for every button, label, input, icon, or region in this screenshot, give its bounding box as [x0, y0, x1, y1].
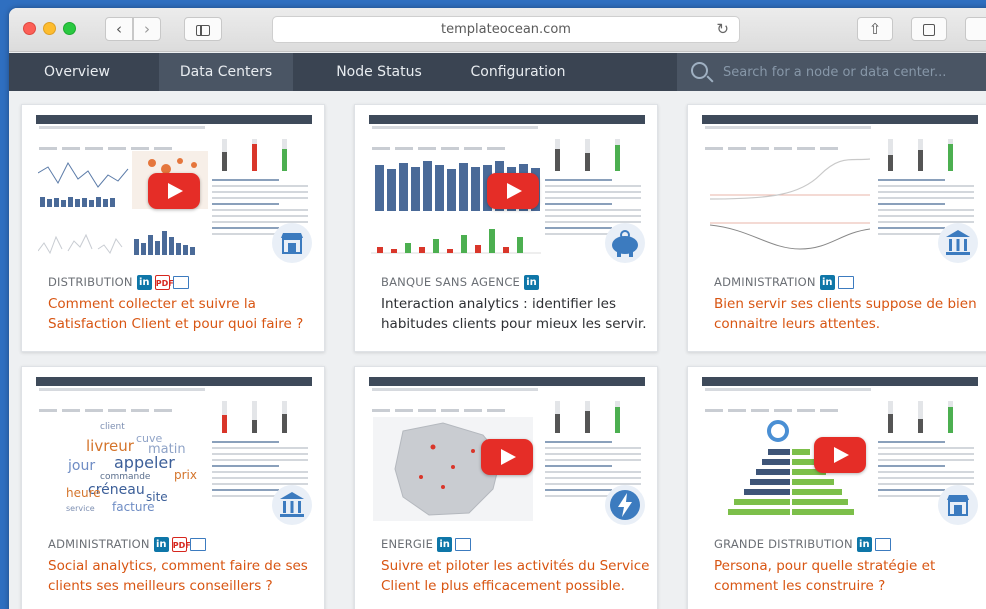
tab-overview[interactable]: Overview [9, 53, 145, 91]
card-energie-service-client[interactable]: ENERGIE in Suivre et piloter les activit… [354, 366, 658, 609]
back-button[interactable]: ‹ [105, 17, 133, 41]
card-title[interactable]: Comment collecter et suivre la Satisfacti… [48, 295, 318, 334]
reload-icon[interactable]: ↻ [716, 17, 729, 42]
video-play-button[interactable] [487, 173, 539, 209]
card-title[interactable]: Interaction analytics : identifier les ha… [381, 295, 651, 334]
tab-configuration[interactable]: Configuration [455, 53, 581, 91]
tab-overview-button[interactable] [911, 17, 947, 41]
category-label: GRANDE DISTRIBUTION [714, 537, 853, 551]
linkedin-icon[interactable]: in [524, 274, 540, 290]
dashboard-thumbnail [369, 115, 645, 267]
card-administration-social-analytics[interactable]: client cuve livreur matin appeler jour c… [21, 366, 325, 609]
presentation-icon[interactable] [455, 537, 472, 551]
pdf-icon[interactable]: PDF [154, 274, 174, 290]
presentation-icon[interactable] [172, 275, 189, 289]
cards-grid: DISTRIBUTION in PDF Comment collecter et… [9, 91, 986, 609]
tabs-icon [923, 24, 935, 36]
presentation-icon[interactable] [874, 537, 891, 551]
close-window-button[interactable] [23, 22, 36, 35]
minimize-window-button[interactable] [43, 22, 56, 35]
card-meta: BANQUE SANS AGENCE in [381, 273, 542, 291]
word-cloud: client cuve livreur matin appeler jour c… [66, 422, 197, 514]
card-administration-bien-servir[interactable]: ADMINISTRATION in Bien servir ses client… [687, 104, 986, 352]
linkedin-icon[interactable]: in [136, 274, 152, 290]
search-icon [691, 62, 708, 79]
category-label: ADMINISTRATION [48, 537, 150, 551]
government-building-icon [272, 485, 312, 525]
app-navbar: Overview Data Centers Node Status Config… [9, 53, 986, 91]
category-label: BANQUE SANS AGENCE [381, 275, 521, 289]
presentation-icon[interactable] [189, 537, 206, 551]
tab-data-centers[interactable]: Data Centers [159, 53, 293, 91]
chevron-left-icon: ‹ [116, 20, 122, 38]
category-label: DISTRIBUTION [48, 275, 133, 289]
pdf-icon[interactable]: PDF [171, 536, 191, 552]
card-title[interactable]: Suivre et piloter les activités du Servi… [381, 557, 651, 596]
linkedin-icon[interactable]: in [856, 536, 872, 552]
government-building-icon [938, 223, 978, 263]
video-play-button[interactable] [481, 439, 533, 475]
card-title[interactable]: Social analytics, comment faire de ses cl… [48, 557, 318, 596]
sidebar-toggle-button[interactable] [184, 17, 222, 41]
url-text: templateocean.com [441, 22, 571, 37]
category-label: ADMINISTRATION [714, 275, 816, 289]
card-meta: DISTRIBUTION in PDF [48, 273, 192, 291]
card-meta: ENERGIE in [381, 535, 474, 553]
lightning-icon [605, 485, 645, 525]
chevron-right-icon: › [144, 20, 150, 38]
piggy-bank-icon [605, 223, 645, 263]
tab-node-status[interactable]: Node Status [309, 53, 449, 91]
sidebar-icon [196, 25, 210, 36]
dashboard-thumbnail [702, 115, 978, 267]
store-icon [272, 223, 312, 263]
card-banque-interaction-analytics[interactable]: BANQUE SANS AGENCE in Interaction analyt… [354, 104, 658, 352]
card-title[interactable]: Bien servir ses clients suppose de bien c… [714, 295, 984, 334]
zoom-window-button[interactable] [63, 22, 76, 35]
forward-button[interactable]: › [133, 17, 161, 41]
card-meta: ADMINISTRATION in PDF [48, 535, 209, 553]
address-bar[interactable]: templateocean.com ↻ [272, 16, 740, 43]
card-distribution-satisfaction[interactable]: DISTRIBUTION in PDF Comment collecter et… [21, 104, 325, 352]
linkedin-icon[interactable]: in [819, 274, 835, 290]
video-play-button[interactable] [148, 173, 200, 209]
card-meta: ADMINISTRATION in [714, 273, 857, 291]
card-title[interactable]: Persona, pour quelle stratégie et comment… [714, 557, 984, 596]
share-icon: ⇧ [868, 20, 882, 38]
dashboard-thumbnail [702, 377, 978, 529]
dashboard-thumbnail [36, 115, 312, 267]
dashboard-thumbnail: client cuve livreur matin appeler jour c… [36, 377, 312, 529]
dashboard-thumbnail [369, 377, 645, 529]
linkedin-icon[interactable]: in [437, 536, 453, 552]
linkedin-icon[interactable]: in [153, 536, 169, 552]
store-icon [938, 485, 978, 525]
card-meta: GRANDE DISTRIBUTION in [714, 535, 894, 553]
presentation-icon[interactable] [837, 275, 854, 289]
search-box[interactable] [677, 53, 986, 91]
new-tab-button[interactable] [965, 17, 986, 41]
video-play-button[interactable] [814, 437, 866, 473]
search-input[interactable] [723, 61, 986, 83]
share-button[interactable]: ⇧ [857, 17, 893, 41]
browser-window: ‹ › templateocean.com ↻ ⇧ Overview Data … [9, 8, 986, 609]
category-label: ENERGIE [381, 537, 434, 551]
title-bar: ‹ › templateocean.com ↻ ⇧ [9, 8, 986, 52]
card-grande-distribution-persona[interactable]: GRANDE DISTRIBUTION in Persona, pour que… [687, 366, 986, 609]
